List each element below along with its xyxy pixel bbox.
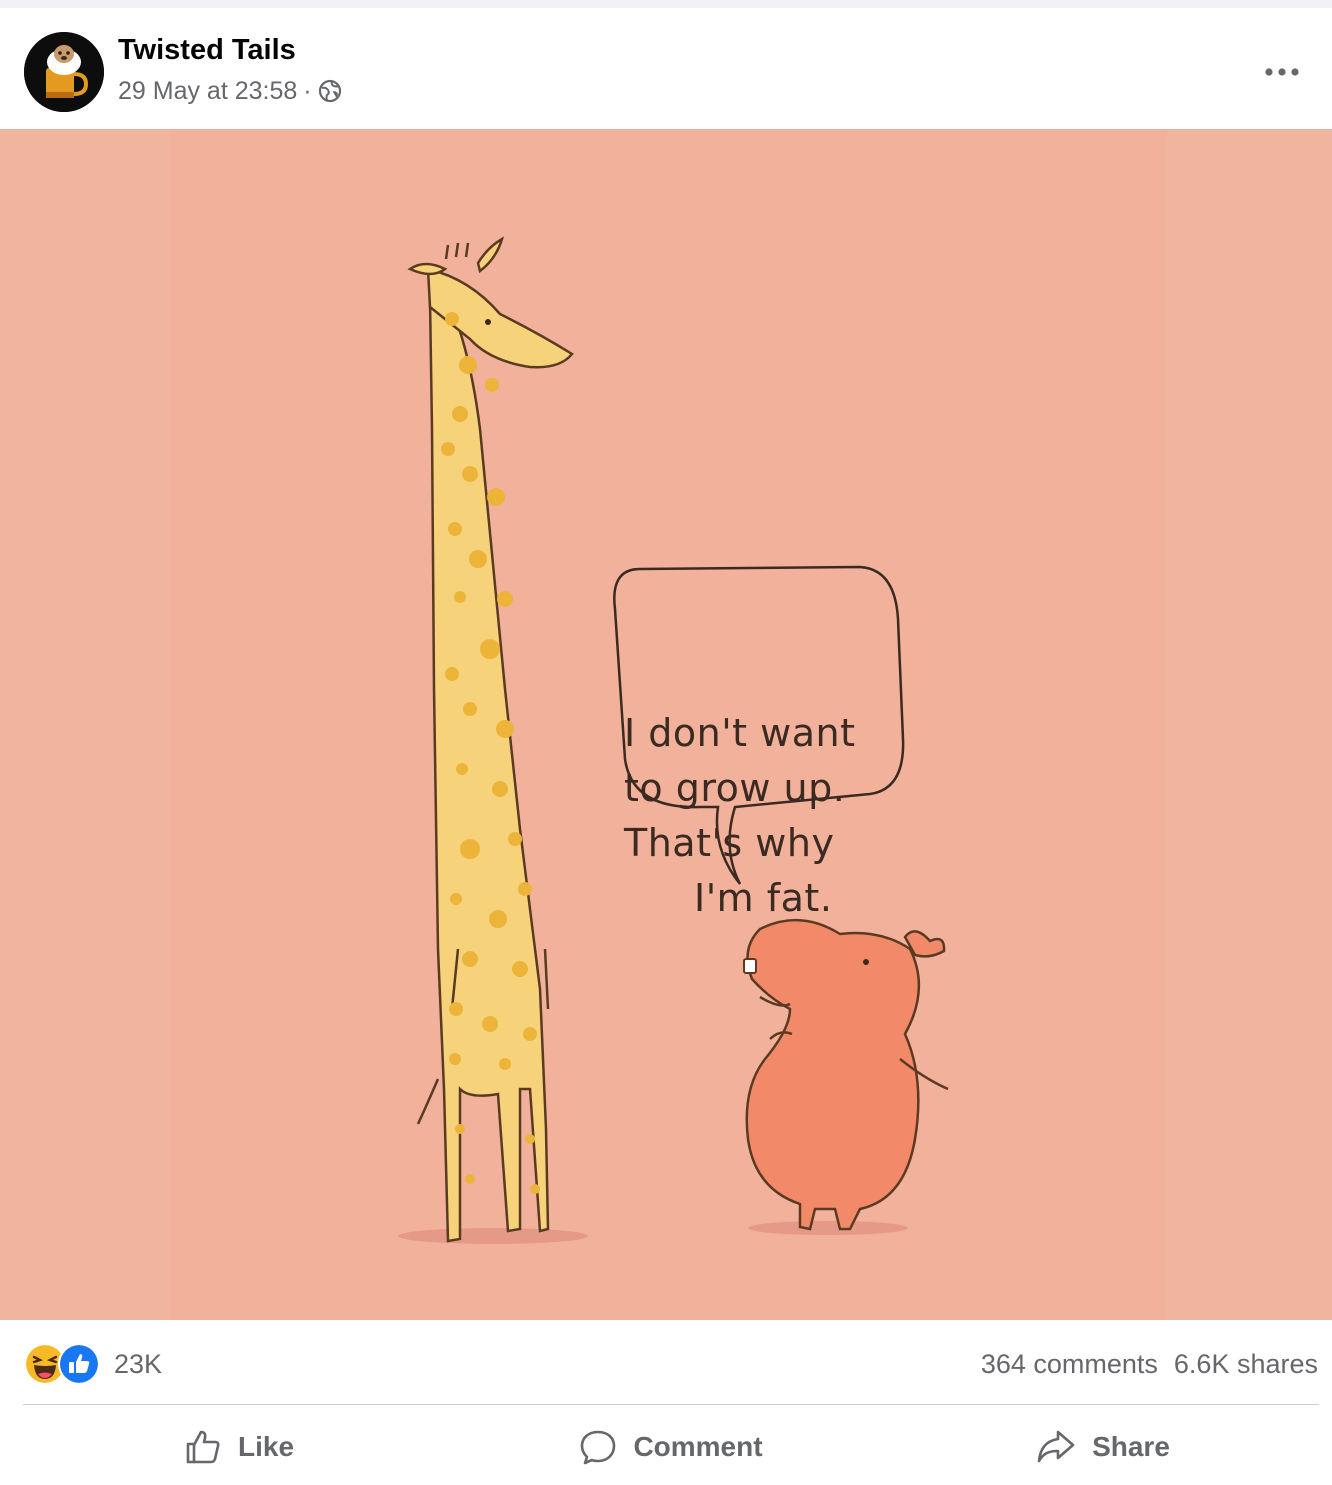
globe-icon[interactable]: [318, 79, 342, 103]
reaction-count[interactable]: 23K: [114, 1349, 162, 1380]
comment-button[interactable]: Comment: [455, 1408, 887, 1485]
more-options-button[interactable]: [1254, 52, 1310, 92]
comments-count-link[interactable]: 364 comments: [981, 1349, 1158, 1380]
comment-icon: [581, 1430, 616, 1464]
like-label: Like: [237, 1430, 295, 1462]
more-dots-icon: [1265, 68, 1299, 76]
post-actions-bar: Like Comment Share: [23, 1408, 1319, 1485]
like-button[interactable]: Like: [23, 1408, 455, 1485]
hippo-shadow: [748, 1221, 908, 1235]
post-image[interactable]: I don't want to grow up. That's why I'm …: [0, 129, 1332, 1320]
page-name[interactable]: Twisted Tails: [118, 34, 296, 67]
giraffe-shadow: [398, 1228, 588, 1244]
share-button[interactable]: Share: [887, 1408, 1319, 1485]
avatar-logo-image: [24, 32, 104, 112]
like-reaction-icon: [58, 1343, 100, 1385]
speech-line-2: to grow up.: [624, 766, 846, 810]
shares-count-link[interactable]: 6.6K shares: [1174, 1349, 1318, 1380]
post-meta: 29 May at 23:58 ·: [118, 76, 342, 106]
speech-line-3: That's why: [624, 821, 835, 865]
page-avatar[interactable]: [24, 32, 104, 112]
post-timestamp[interactable]: 29 May at 23:58: [118, 77, 297, 106]
comment-label: Comment: [633, 1430, 763, 1462]
thumbs-up-icon: [186, 1430, 220, 1463]
post-card: Twisted Tails 29 May at 23:58 · I don't …: [0, 8, 1332, 1485]
actions-divider: [23, 1404, 1319, 1405]
speech-line-4: I'm fat.: [694, 876, 833, 920]
speech-bubble-text: I don't want to grow up. That's why I'm …: [624, 706, 904, 926]
post-stats: 364 comments 6.6K shares: [981, 1344, 1318, 1384]
engagement-counts: 23K 364 comments 6.6K shares: [0, 1320, 1332, 1404]
meta-separator: ·: [303, 76, 312, 105]
speech-line-1: I don't want: [624, 711, 856, 755]
reaction-summary[interactable]: 23K: [24, 1343, 162, 1385]
share-arrow-icon: [1037, 1430, 1075, 1462]
post-header: Twisted Tails 29 May at 23:58 ·: [0, 8, 1332, 128]
share-label: Share: [1092, 1430, 1170, 1462]
